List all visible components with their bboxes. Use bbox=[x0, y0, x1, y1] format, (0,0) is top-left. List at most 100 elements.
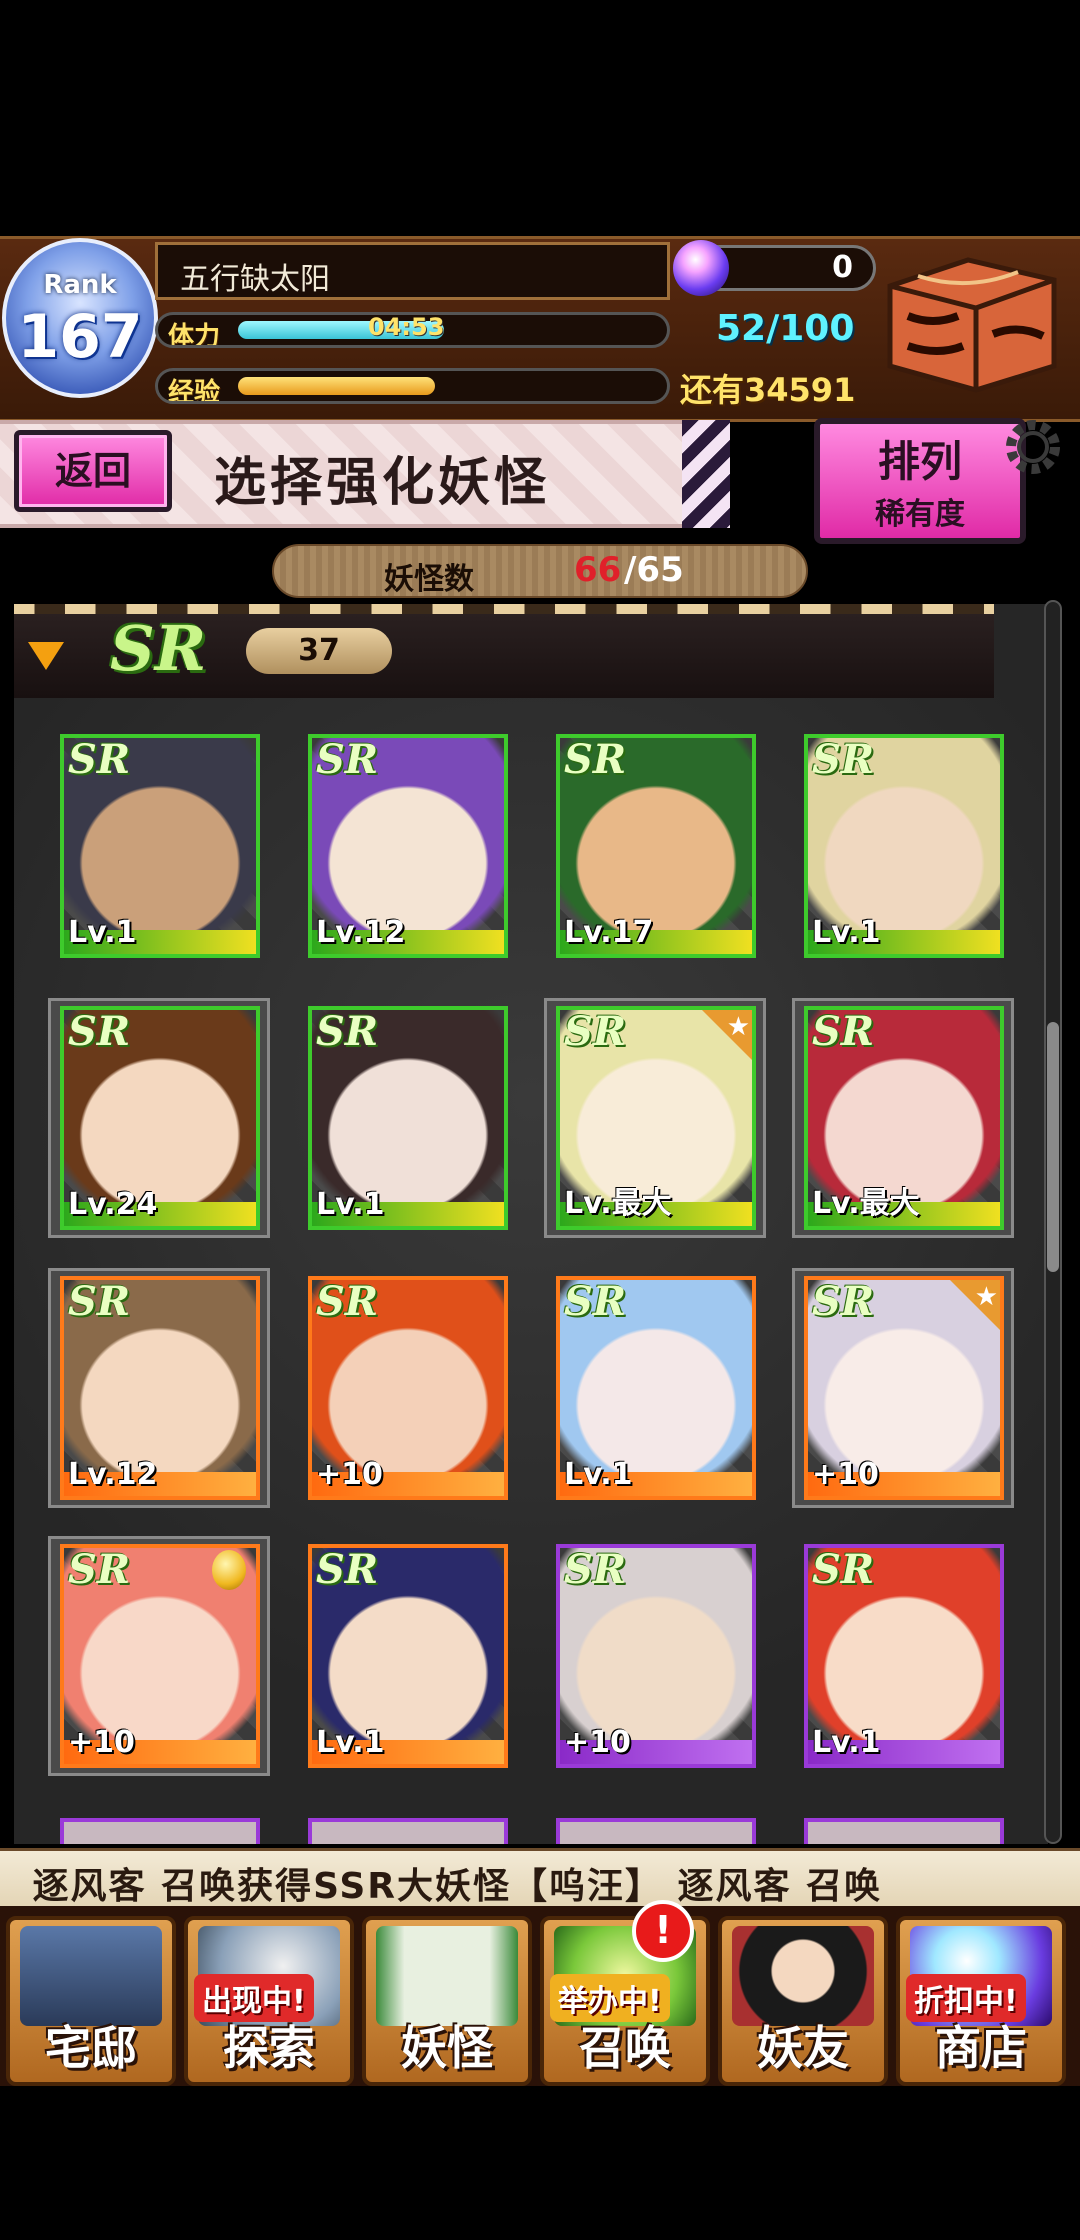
card-rarity: SR bbox=[564, 1008, 627, 1055]
nav-tab[interactable]: 出现中! 探索 bbox=[184, 1916, 354, 2086]
sort-current-value: 稀有度 bbox=[875, 497, 965, 532]
yokai-card[interactable]: SR Lv.最大 bbox=[804, 1006, 1004, 1230]
card-level: Lv.1 bbox=[564, 1457, 633, 1492]
yokai-scroll-icon bbox=[376, 1926, 518, 2026]
card-level: Lv.12 bbox=[316, 915, 406, 950]
card-level: Lv.24 bbox=[68, 1187, 158, 1222]
card-level: +10 bbox=[316, 1457, 383, 1492]
rank-value: 167 bbox=[17, 302, 143, 372]
yokai-card[interactable]: SR +10 bbox=[60, 1544, 260, 1768]
card-rarity: SR bbox=[564, 736, 627, 783]
yokai-card-partial[interactable] bbox=[804, 1818, 1004, 1844]
card-rarity: SR bbox=[812, 1008, 875, 1055]
page-title: 选择强化妖怪 bbox=[214, 452, 551, 513]
yokai-card[interactable]: SR Lv.1 bbox=[556, 1276, 756, 1500]
card-rarity: SR bbox=[564, 1278, 627, 1325]
card-level: Lv.1 bbox=[316, 1187, 385, 1222]
nav-tab-label: 召唤 bbox=[579, 2021, 671, 2075]
rank-badge[interactable]: Rank 167 bbox=[2, 238, 158, 398]
yokai-count-bar: 妖怪数 66 /65 bbox=[272, 544, 808, 598]
exp-bar: 经验 bbox=[155, 368, 670, 404]
yokai-count-label: 妖怪数 bbox=[384, 562, 474, 597]
announcement-ticker: 】 逐风客 召唤获得SSR大妖怪【呜汪】 逐风客 召唤 bbox=[0, 1848, 1080, 1912]
summon-alert-text: ! bbox=[654, 1908, 672, 1952]
player-name: 五行缺太阳 bbox=[180, 262, 330, 297]
yokai-card-partial[interactable] bbox=[556, 1818, 756, 1844]
card-level: Lv.最大 bbox=[812, 1186, 920, 1221]
yokai-card[interactable]: SR Lv.1 bbox=[804, 1544, 1004, 1768]
back-button[interactable]: 返回 bbox=[14, 430, 172, 512]
box-capacity: 52/100 bbox=[716, 308, 855, 349]
sort-button-label: 排列 bbox=[877, 437, 962, 486]
yokai-card[interactable]: SR +10 bbox=[308, 1276, 508, 1500]
card-level: Lv.12 bbox=[68, 1457, 158, 1492]
yokai-card[interactable]: SR +10 bbox=[556, 1544, 756, 1768]
card-rarity: SR bbox=[68, 736, 131, 783]
card-rarity: SR bbox=[316, 736, 379, 783]
player-name-bar[interactable]: 五行缺太阳 bbox=[155, 242, 670, 300]
ticker-text: 】 逐风客 召唤获得SSR大妖怪【呜汪】 逐风客 召唤 bbox=[0, 1866, 883, 1907]
card-level: +10 bbox=[564, 1725, 631, 1760]
section-count: 37 bbox=[298, 633, 340, 668]
star-corner-icon bbox=[950, 1280, 1000, 1330]
sort-button[interactable]: 排列 稀有度 bbox=[814, 418, 1026, 544]
collapse-arrow-icon[interactable] bbox=[28, 642, 64, 670]
exp-fill bbox=[238, 377, 435, 395]
remaining-count: 还有34591 bbox=[680, 371, 856, 409]
stamina-timer: 04:53 bbox=[368, 313, 445, 341]
card-rarity: SR bbox=[68, 1278, 131, 1325]
card-level: Lv.最大 bbox=[564, 1186, 672, 1221]
yokai-card[interactable]: SR Lv.最大 bbox=[556, 1006, 756, 1230]
nav-tab[interactable]: 宅邸 bbox=[6, 1916, 176, 2086]
soul-orb-icon bbox=[673, 240, 729, 296]
card-rarity: SR bbox=[316, 1278, 379, 1325]
orb-count: 0 bbox=[832, 250, 853, 285]
title-stripe-decoration bbox=[682, 420, 730, 528]
card-level: Lv.17 bbox=[564, 915, 654, 950]
friend-icon bbox=[732, 1926, 874, 2026]
section-rarity-label: SR bbox=[110, 612, 207, 685]
nav-tab[interactable]: 折扣中! 商店 bbox=[896, 1916, 1066, 2086]
card-level: Lv.1 bbox=[68, 915, 137, 950]
card-rarity: SR bbox=[812, 1546, 875, 1593]
yokai-card[interactable]: SR +10 bbox=[804, 1276, 1004, 1500]
yokai-card[interactable]: SR Lv.24 bbox=[60, 1006, 260, 1230]
card-rarity: SR bbox=[68, 1546, 131, 1593]
card-rarity: SR bbox=[316, 1546, 379, 1593]
nav-tab-label: 商店 bbox=[935, 2021, 1027, 2075]
yokai-card[interactable]: SR Lv.1 bbox=[308, 1544, 508, 1768]
card-level: +10 bbox=[68, 1725, 135, 1760]
exp-label: 经验 bbox=[168, 378, 221, 404]
nav-tab-label: 妖友 bbox=[757, 2021, 849, 2075]
yokai-card[interactable]: SR Lv.1 bbox=[308, 1006, 508, 1230]
medal-icon bbox=[212, 1550, 246, 1590]
stamina-label: 体力 bbox=[168, 322, 221, 348]
treasure-chest-icon[interactable] bbox=[878, 246, 1064, 396]
yokai-card[interactable]: SR Lv.1 bbox=[804, 734, 1004, 958]
yokai-card[interactable]: SR Lv.17 bbox=[556, 734, 756, 958]
grid-scrollbar[interactable] bbox=[1044, 600, 1062, 1844]
card-rarity: SR bbox=[812, 736, 875, 783]
nav-tab-label: 探索 bbox=[223, 2021, 315, 2075]
yokai-card-partial[interactable] bbox=[308, 1818, 508, 1844]
star-corner-icon bbox=[702, 1010, 752, 1060]
card-level: Lv.1 bbox=[812, 1725, 881, 1760]
yokai-card[interactable]: SR Lv.12 bbox=[60, 1276, 260, 1500]
yokai-card[interactable]: SR Lv.1 bbox=[60, 734, 260, 958]
card-rarity: SR bbox=[564, 1546, 627, 1593]
scroll-thumb[interactable] bbox=[1047, 1022, 1059, 1272]
card-level: Lv.1 bbox=[812, 915, 881, 950]
back-button-label: 返回 bbox=[54, 449, 131, 493]
gear-icon bbox=[1006, 420, 1060, 474]
yokai-count-current: 66 bbox=[574, 550, 622, 590]
orb-counter[interactable]: 0 bbox=[673, 240, 876, 296]
yokai-card-partial[interactable] bbox=[60, 1818, 260, 1844]
nav-tab[interactable]: 妖怪 bbox=[362, 1916, 532, 2086]
yokai-card[interactable]: SR Lv.12 bbox=[308, 734, 508, 958]
nav-tab[interactable]: 妖友 bbox=[718, 1916, 888, 2086]
card-level: Lv.1 bbox=[316, 1725, 385, 1760]
rank-label: Rank bbox=[43, 270, 117, 300]
nav-tab-label: 妖怪 bbox=[401, 2021, 493, 2075]
nav-tab-label: 宅邸 bbox=[45, 2021, 137, 2075]
yokai-count-max: /65 bbox=[624, 550, 684, 590]
